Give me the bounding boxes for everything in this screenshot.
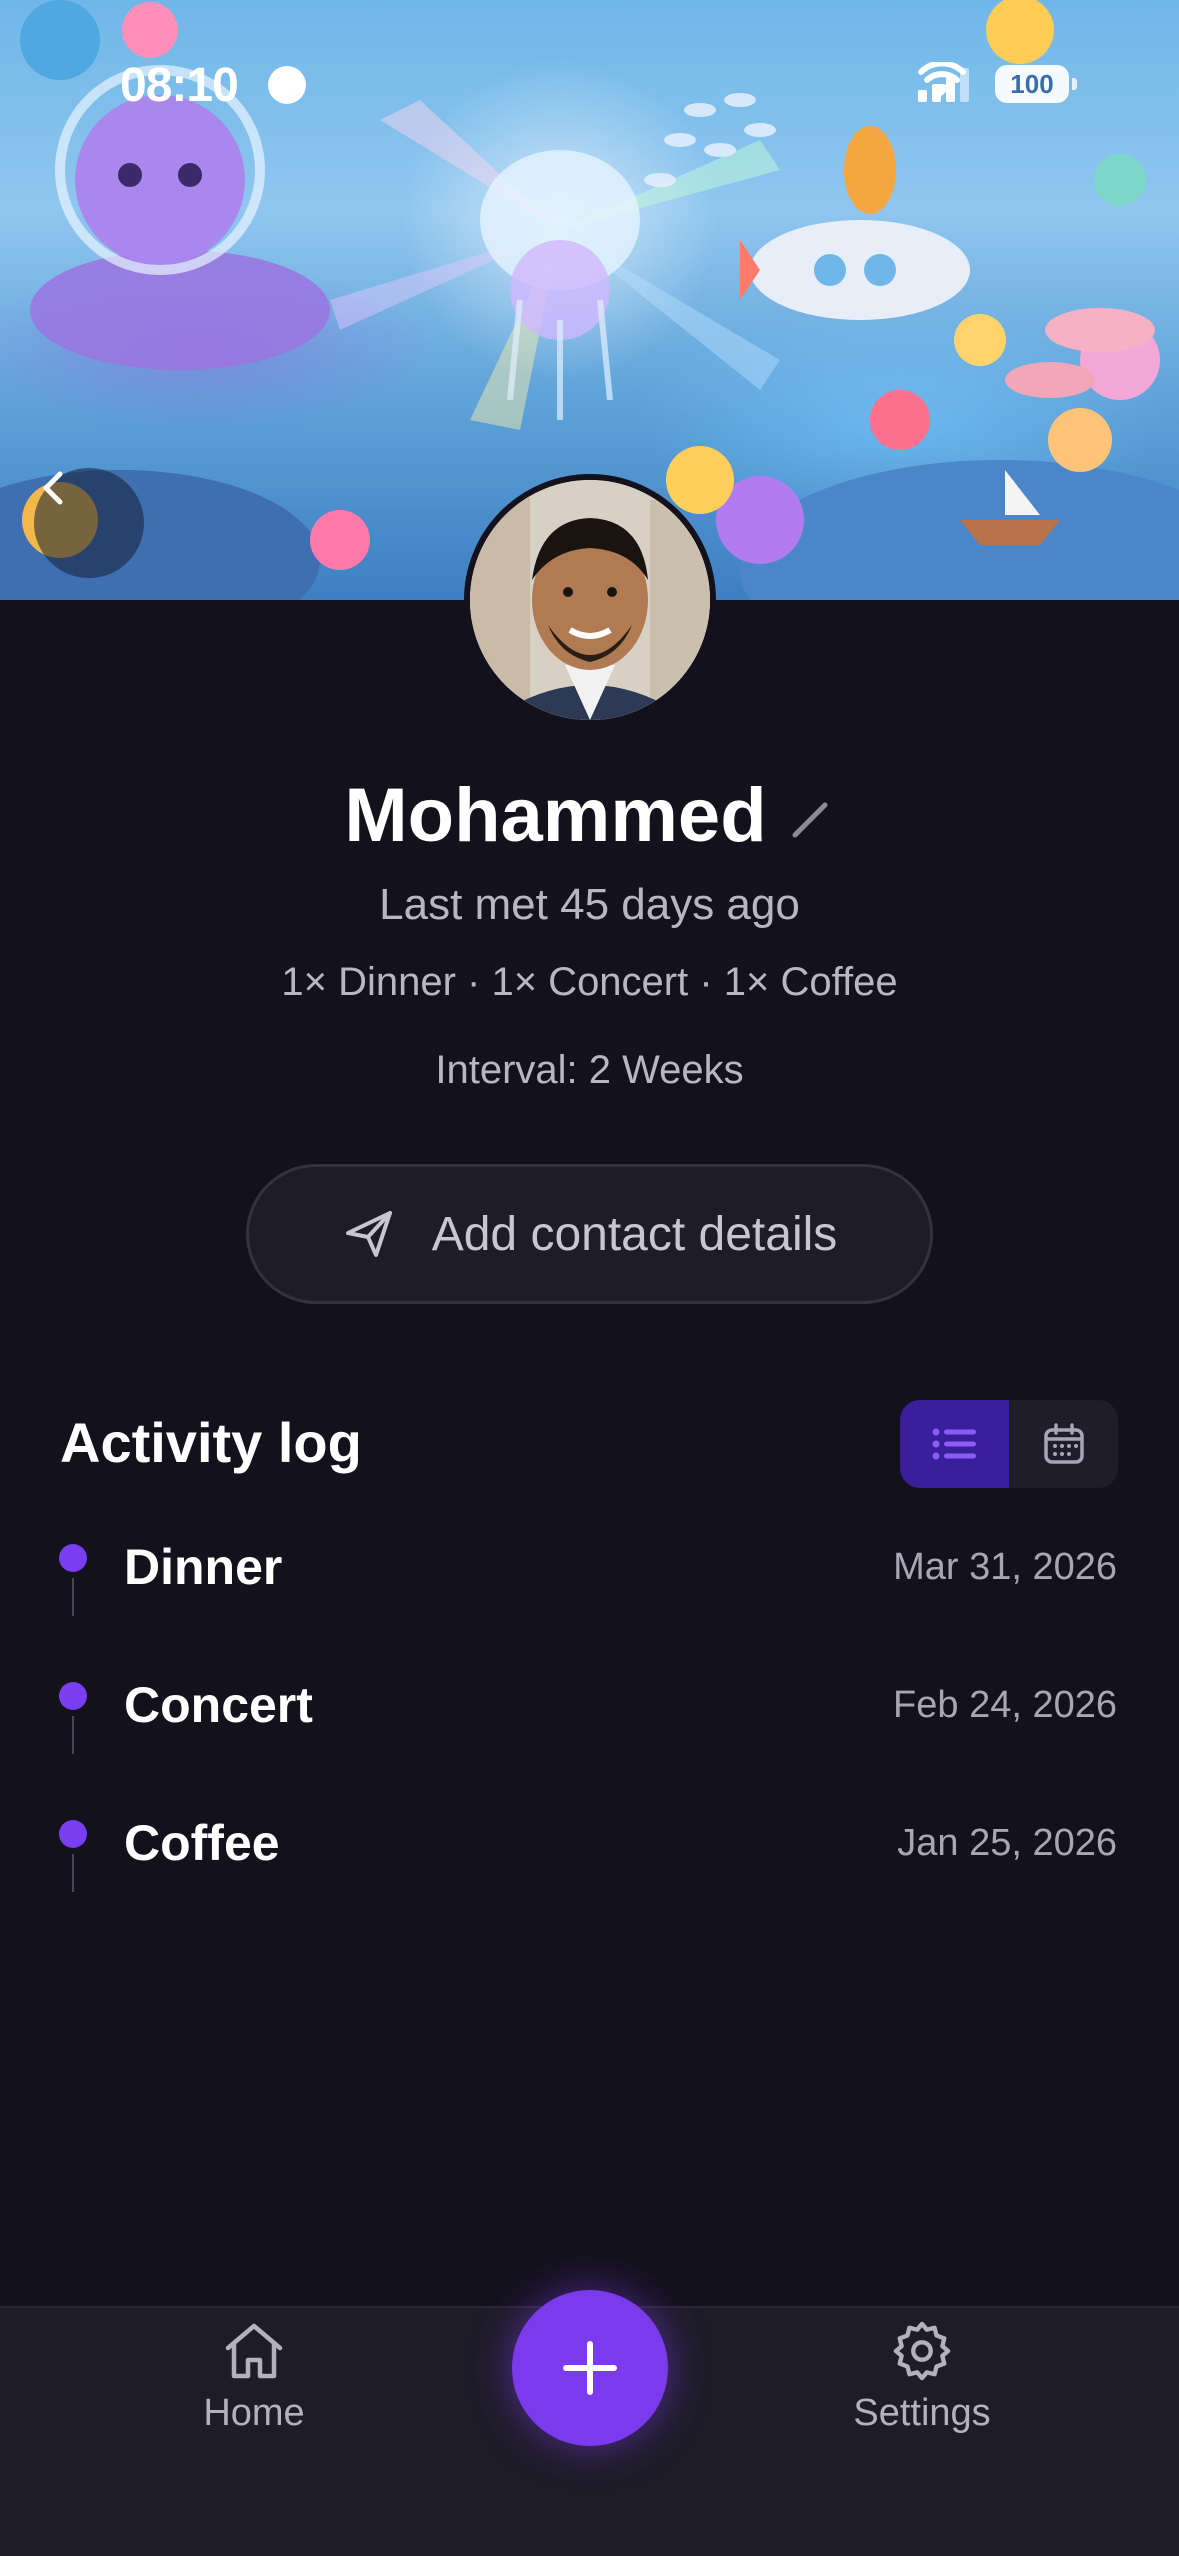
profile-name: Mohammed bbox=[344, 772, 767, 858]
view-mode-toggle bbox=[900, 1400, 1118, 1488]
chevron-left-icon bbox=[43, 471, 63, 505]
status-bar: 08:10 100 bbox=[0, 0, 1179, 170]
timeline-dot bbox=[59, 1682, 87, 1710]
nav-settings[interactable]: Settings bbox=[822, 2320, 1022, 2435]
calendar-icon bbox=[1043, 1423, 1084, 1464]
timeline-dot bbox=[59, 1544, 87, 1572]
timeline-line bbox=[72, 1854, 74, 1892]
activity-title: Coffee bbox=[124, 1815, 280, 1871]
status-time: 08:10 bbox=[120, 59, 239, 112]
calendar-view-button[interactable] bbox=[1009, 1400, 1118, 1488]
activity-log-title: Activity log bbox=[60, 1411, 362, 1474]
interval-text: Interval: 2 Weeks bbox=[435, 1048, 744, 1092]
gear-icon bbox=[893, 2321, 951, 2381]
list-icon bbox=[932, 1428, 976, 1460]
nav-settings-label: Settings bbox=[853, 2392, 991, 2434]
activity-log-item[interactable]: Concert Feb 24, 2026 bbox=[0, 1658, 1179, 1796]
timeline-line bbox=[72, 1716, 74, 1754]
back-button[interactable] bbox=[34, 468, 144, 578]
add-activity-button[interactable] bbox=[512, 2290, 668, 2446]
activity-log-item[interactable]: Dinner Mar 31, 2026 bbox=[0, 1520, 1179, 1658]
battery-indicator: 100 bbox=[995, 65, 1077, 103]
activity-date: Jan 25, 2026 bbox=[897, 1822, 1117, 1864]
nav-home[interactable]: Home bbox=[154, 2320, 354, 2435]
activity-date: Feb 24, 2026 bbox=[893, 1684, 1117, 1726]
list-view-button[interactable] bbox=[900, 1400, 1009, 1488]
activity-log-item[interactable]: Coffee Jan 25, 2026 bbox=[0, 1796, 1179, 1934]
activity-title: Concert bbox=[124, 1677, 313, 1733]
home-icon bbox=[225, 2323, 283, 2379]
activity-date: Mar 31, 2026 bbox=[893, 1546, 1117, 1588]
pencil-icon[interactable] bbox=[789, 795, 835, 841]
focus-mode-icon bbox=[268, 66, 306, 104]
add-contact-label: Add contact details bbox=[431, 1207, 838, 1261]
plus-icon bbox=[563, 2341, 617, 2395]
add-contact-details-button[interactable]: Add contact details bbox=[246, 1164, 933, 1304]
profile-avatar[interactable] bbox=[464, 474, 716, 726]
timeline-dot bbox=[59, 1820, 87, 1848]
paper-plane-icon bbox=[345, 1211, 392, 1257]
activity-title: Dinner bbox=[124, 1539, 283, 1595]
last-met-text: Last met 45 days ago bbox=[379, 880, 800, 929]
activity-log-list: Dinner Mar 31, 2026 Concert Feb 24, 2026… bbox=[0, 1520, 1179, 1934]
activity-counts-text: 1× Dinner · 1× Concert · 1× Coffee bbox=[281, 960, 898, 1004]
status-indicators: 100 bbox=[918, 62, 1077, 106]
avatar-photo bbox=[470, 480, 710, 720]
timeline-line bbox=[72, 1578, 74, 1616]
profile-name-row: Mohammed bbox=[0, 765, 1179, 865]
nav-home-label: Home bbox=[203, 2392, 305, 2434]
wifi-icon bbox=[918, 62, 966, 96]
